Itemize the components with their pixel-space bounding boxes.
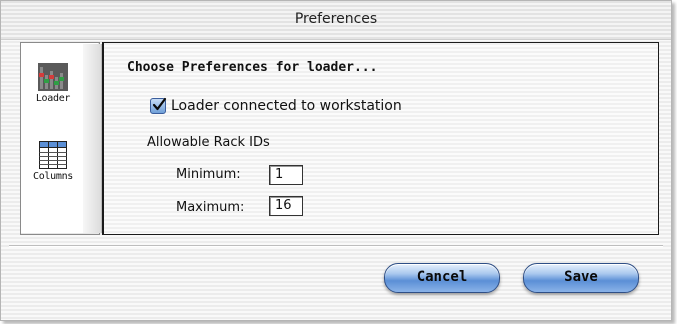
- cancel-button[interactable]: Cancel: [384, 263, 500, 293]
- preferences-panel: Choose Preferences for loader... Loader …: [102, 42, 659, 235]
- save-button[interactable]: Save: [523, 263, 639, 293]
- sidebar-item-loader[interactable]: Loader: [21, 63, 85, 104]
- maximum-field[interactable]: 16: [269, 196, 303, 216]
- preferences-window: Preferences Loader Columns Choose Prefer…: [0, 0, 672, 321]
- rack-ids-group-label: Allowable Rack IDs: [147, 135, 270, 150]
- sidebar-item-label: Columns: [32, 171, 74, 182]
- panel-heading: Choose Preferences for loader...: [127, 60, 378, 75]
- columns-icon: [39, 141, 67, 169]
- loader-connected-checkbox[interactable]: [150, 97, 167, 114]
- sidebar-scroll-shade: [83, 44, 102, 233]
- loader-connected-label: Loader connected to workstation: [171, 98, 402, 114]
- maximum-label: Maximum:: [176, 200, 245, 215]
- minimum-field[interactable]: 1: [269, 165, 303, 185]
- minimum-label: Minimum:: [176, 167, 241, 182]
- loader-connected-row[interactable]: Loader connected to workstation: [150, 97, 402, 114]
- sidebar-item-label: Loader: [35, 93, 71, 104]
- checkmark-icon: [152, 97, 167, 111]
- button-divider: [9, 245, 663, 247]
- loader-icon: [38, 63, 68, 91]
- title-bar[interactable]: Preferences: [1, 1, 671, 40]
- sidebar-item-columns[interactable]: Columns: [21, 141, 85, 182]
- window-title: Preferences: [294, 11, 378, 27]
